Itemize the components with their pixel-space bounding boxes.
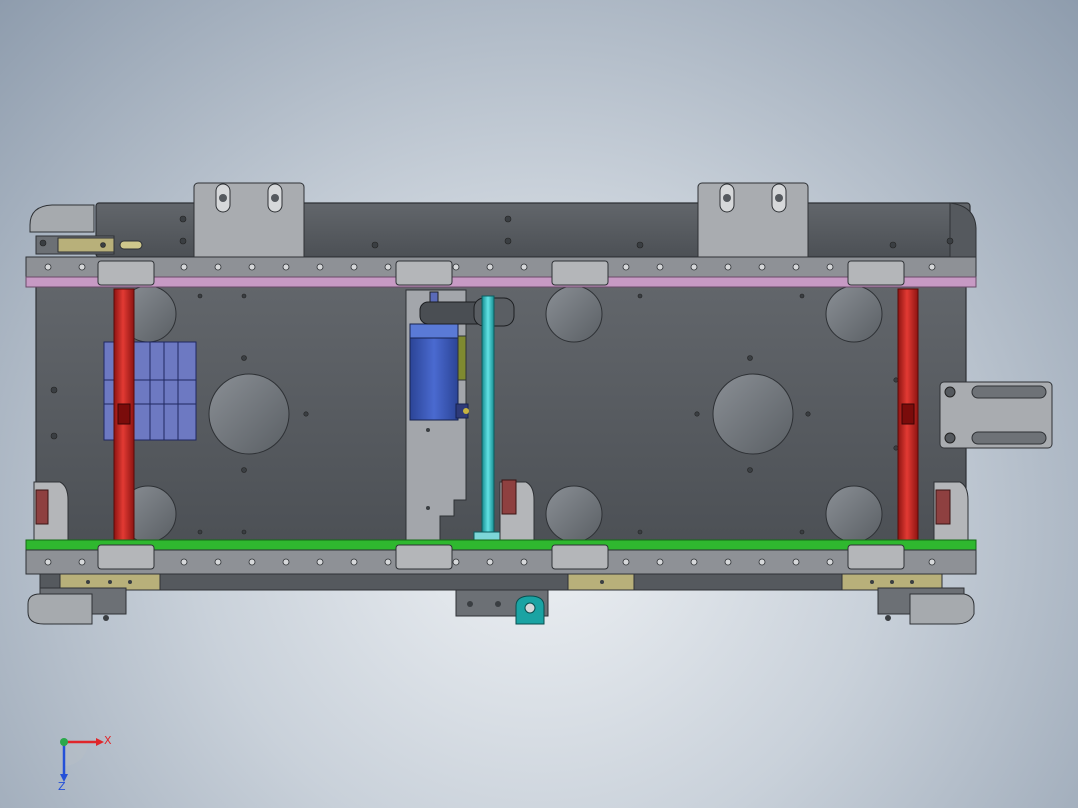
- rail-hole: [78, 263, 86, 271]
- rail-hole: [826, 558, 834, 566]
- rail-hole: [350, 263, 358, 271]
- mounting-bracket-bottom: [455, 589, 549, 625]
- rail-hole: [384, 558, 392, 566]
- rail-hole: [486, 263, 494, 271]
- y-axis-dot: [60, 738, 68, 746]
- rail-hole: [248, 263, 256, 271]
- x-axis-label: X: [104, 734, 112, 747]
- rail-hole: [282, 558, 290, 566]
- end-cap-bottom-left: [27, 587, 127, 625]
- z-axis-label: Z: [58, 780, 66, 793]
- assembly-drawing: X Z: [25, 182, 1053, 793]
- rail-hole: [792, 558, 800, 566]
- rail-hole: [656, 558, 664, 566]
- rail-hole: [78, 558, 86, 566]
- rail-hole: [758, 558, 766, 566]
- rail-hole: [282, 263, 290, 271]
- rail-hole: [248, 558, 256, 566]
- rail-hole: [44, 558, 52, 566]
- bottom-rail: [25, 539, 977, 575]
- rail-hole: [826, 263, 834, 271]
- rail-hole: [180, 558, 188, 566]
- side-guide-center: [499, 479, 535, 541]
- rail-hole: [316, 263, 324, 271]
- rail-hole: [486, 558, 494, 566]
- rail-hole: [792, 263, 800, 271]
- rail-hole: [520, 263, 528, 271]
- end-cap-bottom-right: [877, 587, 975, 625]
- rail-hole: [622, 263, 630, 271]
- coordinate-triad: X Z: [58, 734, 112, 793]
- tie-rod-right: [897, 288, 919, 542]
- rail-hole: [928, 558, 936, 566]
- rail-hole: [724, 558, 732, 566]
- rail-hole: [690, 558, 698, 566]
- rail-hole: [452, 558, 460, 566]
- rail-hole: [690, 263, 698, 271]
- rail-hole: [384, 263, 392, 271]
- rail-hole: [452, 263, 460, 271]
- rail-hole: [622, 558, 630, 566]
- side-guide-left: [33, 481, 69, 541]
- rail-hole: [520, 558, 528, 566]
- rail-hole: [316, 558, 324, 566]
- x-arrow-head: [96, 738, 104, 746]
- rail-hole: [180, 263, 188, 271]
- cad-viewport[interactable]: X Z: [0, 0, 1078, 808]
- rail-hole: [350, 558, 358, 566]
- tie-rod-left: [113, 288, 135, 542]
- rail-hole: [44, 263, 52, 271]
- mounting-bracket-right: [939, 381, 1053, 449]
- motor: [409, 323, 469, 421]
- bottom-strip: [39, 573, 943, 591]
- top-rail: [25, 256, 977, 288]
- rail-hole: [214, 263, 222, 271]
- rail-hole: [724, 263, 732, 271]
- rail-hole: [214, 558, 222, 566]
- side-guide-right: [933, 481, 969, 541]
- rail-hole: [928, 263, 936, 271]
- rail-hole: [758, 263, 766, 271]
- rail-hole: [656, 263, 664, 271]
